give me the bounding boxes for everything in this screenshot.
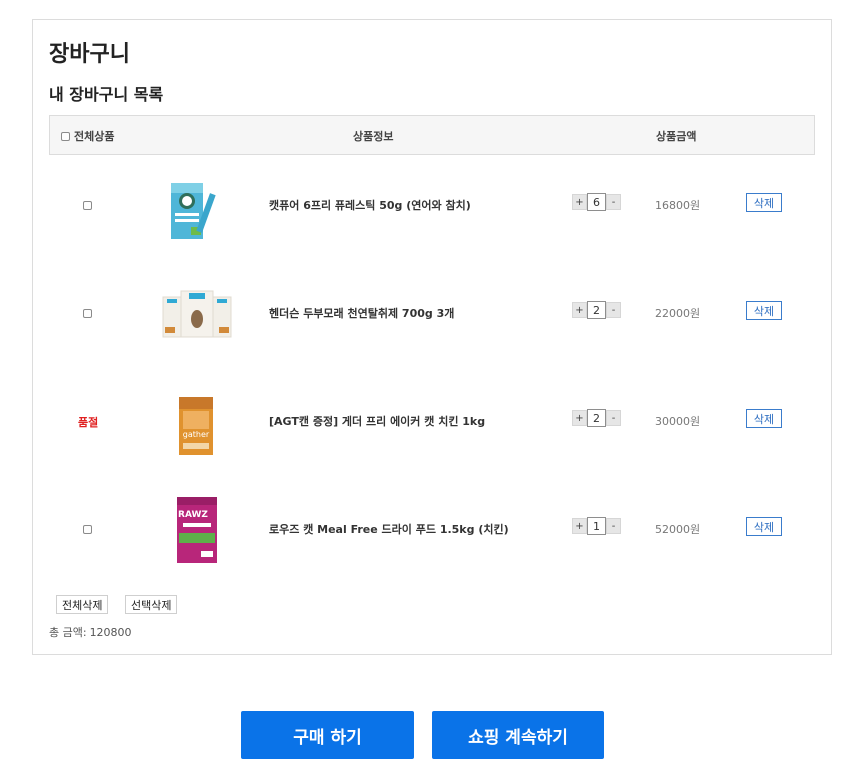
quantity-stepper: + 2 - (572, 301, 621, 319)
cart-item-row: RAWZ 로우즈 캣 Meal Free 드라이 푸드 1.5kg (치킨) +… (49, 475, 815, 583)
product-image (157, 271, 237, 351)
qty-value[interactable]: 2 (587, 301, 606, 319)
item-price: 22000원 (655, 307, 701, 320)
svg-text:RAWZ: RAWZ (178, 510, 208, 520)
total-amount: 총 금액: 120800 (49, 624, 132, 640)
cart-list-title: 내 장바구니 목록 (49, 85, 164, 104)
cart-item-row: 헨더슨 두부모래 천연탈취제 700g 3개 + 2 - 22000원 삭제 (49, 259, 815, 367)
product-name[interactable]: 캣퓨어 6프리 퓨레스틱 50g (연어와 참치) (269, 197, 471, 213)
item-checkbox[interactable] (83, 201, 92, 210)
select-all-label: 전체상품 (74, 130, 115, 143)
select-all-checkbox[interactable] (61, 131, 70, 141)
select-all[interactable]: 전체상품 (61, 128, 114, 144)
delete-all-button[interactable]: 전체삭제 (56, 595, 109, 614)
quantity-stepper: + 2 - (572, 409, 621, 427)
svg-text:gather: gather (183, 430, 210, 439)
sold-out-label: 품절 (78, 416, 99, 429)
qty-value[interactable]: 6 (587, 193, 606, 211)
quantity-stepper: + 6 - (572, 193, 621, 211)
qty-minus-button[interactable]: - (606, 518, 621, 534)
cart-table-header: 전체상품 상품정보 상품금액 (49, 115, 815, 155)
qty-value[interactable]: 2 (587, 409, 606, 427)
delete-item-button[interactable]: 삭제 (746, 193, 782, 212)
delete-item-button[interactable]: 삭제 (746, 517, 782, 536)
delete-item-button[interactable]: 삭제 (746, 301, 782, 320)
product-name[interactable]: 헨더슨 두부모래 천연탈취제 700g 3개 (269, 305, 454, 321)
product-image: RAWZ (157, 487, 237, 567)
product-name[interactable]: 로우즈 캣 Meal Free 드라이 푸드 1.5kg (치킨) (269, 521, 509, 537)
cart-item-row: 캣퓨어 6프리 퓨레스틱 50g (연어와 참치) + 6 - 16800원 삭… (49, 151, 815, 259)
qty-minus-button[interactable]: - (606, 410, 621, 426)
cart-item-row: 품절 gather [AGT캔 증정] 게더 프리 에이커 캣 치킨 1kg +… (49, 367, 815, 475)
cart-panel: 장바구니 내 장바구니 목록 전체상품 상품정보 상품금액 캣퓨어 6프리 퓨레… (32, 19, 832, 655)
qty-plus-button[interactable]: + (572, 302, 587, 318)
qty-plus-button[interactable]: + (572, 194, 587, 210)
qty-plus-button[interactable]: + (572, 410, 587, 426)
qty-minus-button[interactable]: - (606, 302, 621, 318)
total-label: 총 금액: (49, 626, 87, 639)
item-price: 16800원 (655, 199, 701, 212)
qty-minus-button[interactable]: - (606, 194, 621, 210)
product-name[interactable]: [AGT캔 증정] 게더 프리 에이커 캣 치킨 1kg (269, 413, 485, 429)
buy-button[interactable]: 구매 하기 (241, 711, 414, 759)
qty-plus-button[interactable]: + (572, 518, 587, 534)
item-price: 52000원 (655, 523, 701, 536)
delete-selected-button[interactable]: 선택삭제 (125, 595, 178, 614)
delete-item-button[interactable]: 삭제 (746, 409, 782, 428)
product-image: gather (157, 379, 237, 459)
header-product-info: 상품정보 (353, 130, 394, 143)
product-image (157, 163, 237, 243)
item-checkbox[interactable] (83, 525, 92, 534)
quantity-stepper: + 1 - (572, 517, 621, 535)
header-product-price: 상품금액 (656, 130, 697, 143)
continue-shopping-button[interactable]: 쇼핑 계속하기 (432, 711, 604, 759)
item-price: 30000원 (655, 415, 701, 428)
total-value: 120800 (89, 626, 132, 639)
qty-value[interactable]: 1 (587, 517, 606, 535)
page-title: 장바구니 (49, 42, 130, 67)
item-checkbox[interactable] (83, 309, 92, 318)
